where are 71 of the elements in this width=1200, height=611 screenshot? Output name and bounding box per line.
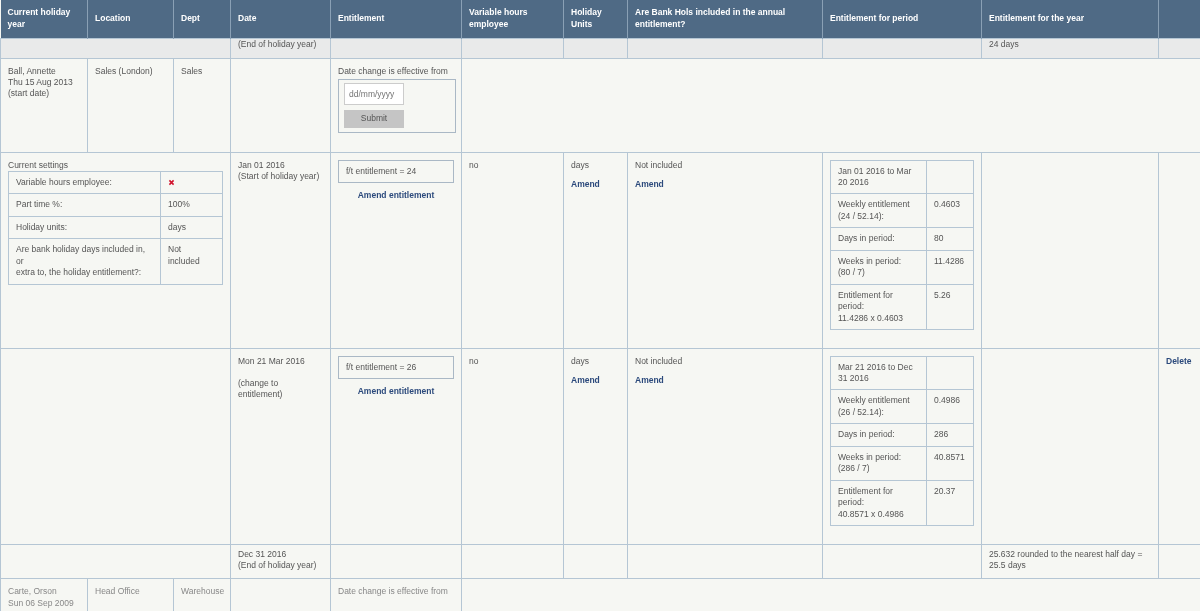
date-note: (Start of holiday year) [238, 170, 321, 183]
amend-link[interactable]: Amend [635, 374, 664, 385]
amend-link[interactable]: Amend [635, 178, 664, 189]
employee-name: Carte, Orson [8, 586, 58, 598]
setting-label: Part time %: [8, 193, 161, 217]
date-note: (End of holiday year) [238, 559, 318, 572]
period-value: 20.37 [926, 480, 974, 526]
period-label: Weekly entitlement (24 / 52.14): [830, 193, 927, 228]
period-range: Mar 21 2016 to Dec 31 2016 [830, 356, 927, 390]
column-header: Entitlement for the year [981, 0, 1159, 38]
column-header: Date [230, 0, 331, 38]
submit-button[interactable]: Submit [344, 109, 404, 128]
date-note: (change to entitlement) [238, 377, 284, 401]
settings-title: Current settings [8, 159, 69, 171]
period-range: Jan 01 2016 to Mar 20 2016 [830, 160, 927, 194]
bank-hols-text: Not included [635, 159, 684, 171]
period-label: Weeks in period: (80 / 7) [830, 250, 927, 285]
units-text: days [571, 159, 590, 171]
table-cell: no [461, 348, 564, 544]
setting-label: Holiday units: [8, 216, 161, 239]
entitlement-box: f/t entitlement = 24 [338, 159, 454, 183]
column-header: Variable hours employee [461, 0, 564, 38]
period-label: Days in period: [830, 227, 927, 251]
column-header: Entitlement for period [822, 0, 982, 38]
table-cell: 24 days [981, 38, 1159, 58]
table-cell: no [461, 152, 564, 348]
column-header: Dept [173, 0, 231, 38]
period-label: Weeks in period: (286 / 7) [830, 446, 927, 481]
column-header: Current holiday year [0, 0, 88, 38]
date-text: Dec 31 2016 [238, 548, 288, 560]
period-value: 0.4603 [926, 193, 974, 228]
start-date: Thu 15 Aug 2013 [8, 76, 74, 89]
amend-link[interactable]: Amend entitlement [357, 189, 435, 200]
setting-value: 100% [160, 193, 223, 217]
date-input-field[interactable]: dd/mm/yyyy [344, 82, 404, 105]
amend-link[interactable]: Amend entitlement [357, 385, 435, 396]
date-text: Mon 21 Mar 2016 [238, 355, 306, 367]
employee-name: Ball, Annette [8, 65, 57, 77]
table-cell: Sales [173, 58, 231, 152]
entitlement-box: f/t entitlement = 26 [338, 355, 454, 379]
table-cell: 25.632 rounded to the nearest half day = 25.5 days [981, 544, 1159, 579]
units-text: days [571, 355, 590, 367]
start-date: Sun 06 Sep 2009 [8, 597, 75, 610]
setting-value: Not included [160, 238, 223, 285]
period-value: 286 [926, 423, 974, 447]
period-label: Entitlement for period: 11.4286 x 0.4603 [830, 284, 927, 330]
column-header: Entitlement [330, 0, 462, 38]
setting-value: days [160, 216, 223, 239]
setting-label: Variable hours employee: [8, 171, 161, 194]
table-cell: Sales (London) [87, 58, 174, 152]
period-value: 80 [926, 227, 974, 251]
period-label: Entitlement for period: 40.8571 x 0.4986 [830, 480, 927, 526]
period-value: 0.4986 [926, 389, 974, 424]
bank-hols-text: Not included [635, 355, 684, 367]
amend-link[interactable]: Amend [571, 374, 600, 385]
column-header: Location [87, 0, 174, 38]
column-header: Holiday Units [563, 0, 628, 38]
period-value: 11.4286 [926, 250, 974, 285]
period-label: Days in period: [830, 423, 927, 447]
setting-label: Are bank holiday days included in, or extra to, the holiday entitlement?: [8, 238, 161, 285]
start-note: (start date) [8, 88, 51, 100]
period-label: Weekly entitlement (26 / 52.14): [830, 389, 927, 424]
form-label: Date change is effective from [338, 586, 449, 598]
period-value: 5.26 [926, 284, 974, 330]
amend-link[interactable]: Amend [571, 178, 600, 189]
date-text: Jan 01 2016 [238, 159, 286, 171]
form-label: Date change is effective from [338, 65, 449, 77]
column-header: Are Bank Hols included in the annual entitlement? [627, 0, 823, 38]
period-value: 40.8571 [926, 446, 974, 481]
delete-link[interactable]: Delete [1166, 355, 1192, 366]
date-note: (End of holiday year) [238, 38, 318, 50]
